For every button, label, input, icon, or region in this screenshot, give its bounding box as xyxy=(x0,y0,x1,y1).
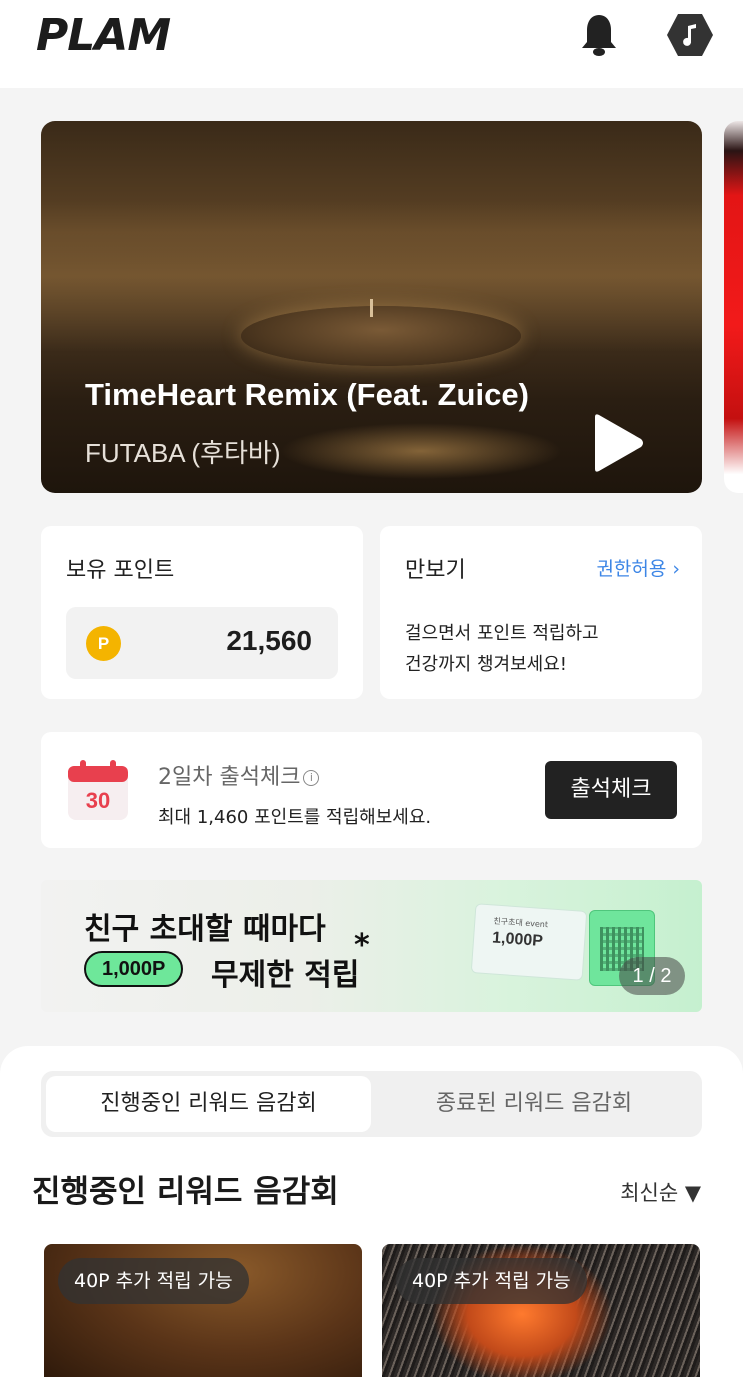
ticket-value: 1,000P xyxy=(491,929,544,950)
tab-ongoing[interactable]: 진행중인 리워드 음감회 xyxy=(46,1076,371,1132)
bell-icon[interactable] xyxy=(578,12,620,58)
pedometer-title: 만보기 xyxy=(405,558,466,583)
app-logo[interactable]: PLAM xyxy=(36,10,171,61)
extra-points-badge: 40P 추가 적립 가능 xyxy=(396,1258,587,1304)
play-icon[interactable] xyxy=(587,411,647,475)
reward-tabs: 진행중인 리워드 음감회 종료된 리워드 음감회 xyxy=(41,1071,702,1137)
points-card: 보유 포인트 P 21,560 xyxy=(41,526,363,699)
hero-artist-name: FUTABA (후타바) xyxy=(85,438,281,468)
calendar-day: 30 xyxy=(86,788,110,813)
next-hero-card-peek[interactable] xyxy=(724,121,743,493)
invite-friends-banner[interactable]: 친구 초대할 때마다 1,000P 무제한 적립 * 친구초대 event 1,… xyxy=(41,880,702,1012)
hero-image-platform xyxy=(241,306,521,366)
attendance-title: 2일차 출석체크 i xyxy=(158,759,320,791)
reward-card[interactable]: 40P 추가 적립 가능 xyxy=(44,1244,362,1377)
ticket-label: 친구초대 event xyxy=(493,916,549,930)
points-value: 21,560 xyxy=(226,625,312,656)
reward-card[interactable]: 40P 추가 적립 가능 xyxy=(382,1244,700,1377)
pedometer-card: 만보기 권한허용 › 걸으면서 포인트 적립하고 건강까지 챙겨보세요! xyxy=(380,526,702,699)
hero-track-title: TimeHeart Remix (Feat. Zuice) xyxy=(85,377,529,412)
banner-pager: 1 / 2 xyxy=(619,957,685,995)
coin-icon: P xyxy=(86,626,121,661)
points-label: 보유 포인트 xyxy=(66,558,175,583)
profile-music-icon[interactable] xyxy=(666,12,714,58)
extra-points-badge: 40P 추가 적립 가능 xyxy=(58,1258,249,1304)
attendance-card: 30 2일차 출석체크 i 최대 1,460 포인트를 적립해보세요. 출석체크 xyxy=(41,732,702,848)
points-balance-box: P 21,560 xyxy=(66,607,338,679)
banner-line2: 무제한 적립 xyxy=(211,958,360,993)
section-title: 진행중인 리워드 음감회 xyxy=(32,1174,339,1210)
pedometer-desc-line2: 건강까지 챙겨보세요! xyxy=(405,654,567,675)
pedometer-description: 걸으면서 포인트 적립하고 건강까지 챙겨보세요! xyxy=(405,618,599,680)
sort-dropdown[interactable]: 최신순 ▼ xyxy=(620,1177,701,1207)
hero-card[interactable]: TimeHeart Remix (Feat. Zuice) FUTABA (후타… xyxy=(41,121,702,493)
pedometer-desc-line1: 걸으면서 포인트 적립하고 xyxy=(405,623,599,644)
tab-ended[interactable]: 종료된 리워드 음감회 xyxy=(371,1076,697,1132)
attendance-check-button[interactable]: 출석체크 xyxy=(545,761,677,819)
permission-link[interactable]: 권한허용 › xyxy=(596,554,680,581)
banner-line1: 친구 초대할 때마다 xyxy=(84,912,326,947)
hero-image-pin xyxy=(370,299,373,317)
banner-asterisk: * xyxy=(354,928,370,963)
attendance-title-text: 2일차 출석체크 xyxy=(158,765,301,790)
attendance-subtitle: 최대 1,460 포인트를 적립해보세요. xyxy=(158,807,432,828)
banner-points-pill: 1,000P xyxy=(84,951,184,987)
info-icon[interactable]: i xyxy=(303,770,320,786)
calendar-icon: 30 xyxy=(68,760,128,820)
top-bar: PLAM xyxy=(0,0,743,88)
banner-ticket-image: 친구초대 event 1,000P xyxy=(470,903,588,981)
